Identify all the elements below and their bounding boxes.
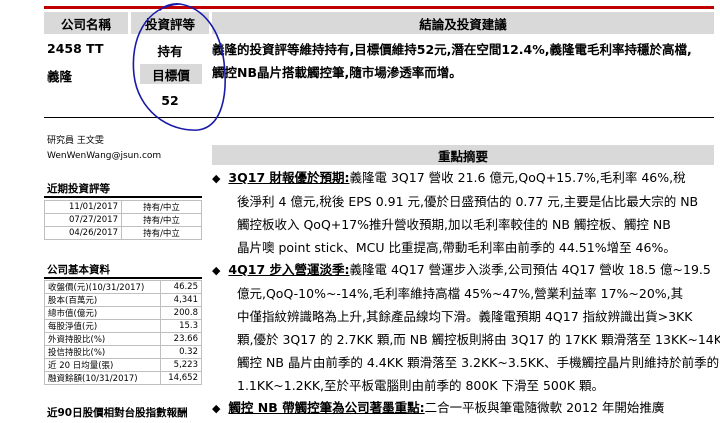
info-value: 5,223: [159, 358, 203, 372]
bullet-icon: ◆: [212, 172, 221, 185]
info-label: 收盤價(元)(10/31/2017): [44, 280, 161, 294]
info-label: 股本(百萬元): [44, 293, 161, 307]
table-row: 融資餘額(10/31/2017) 14,652: [44, 371, 203, 385]
rating-status: 持有/中立: [121, 226, 202, 240]
p3-text: 二合一平板與筆電隨微軟 2012 年開始推廣: [424, 400, 665, 415]
table-row: 04/26/2017 持有/中立: [44, 226, 202, 240]
header-conclusion: 結論及投資建議: [212, 12, 714, 34]
table-row: 股本(百萬元) 4,341: [44, 293, 203, 307]
p2-line: 億元,QoQ-10%~-14%,毛利率維持高檔 45%~47%,營業利益率 17…: [237, 286, 684, 301]
summary-paragraph-1: ◆ 3Q17 財報優於預期:義隆電 3Q17 營收 21.6 億元,QoQ+15…: [212, 166, 720, 259]
info-label: 外資持股比(%): [44, 332, 161, 346]
info-label: 每股淨值(元): [44, 319, 161, 333]
info-label: 融資餘額(10/31/2017): [44, 371, 161, 385]
table-row: 每股淨值(元) 15.3: [44, 319, 203, 333]
p1-line: 後淨利 4 億元,稅後 EPS 0.91 元,優於日盛預估的 0.77 元,主要…: [237, 194, 699, 209]
p1-line: 義隆電 3Q17 營收 21.6 億元,QoQ+15.7%,毛利率 46%,稅: [349, 170, 686, 185]
p2-heading: 4Q17 步入營運淡季:: [228, 262, 350, 277]
table-row: 外資持股比(%) 23.66: [44, 332, 203, 346]
company-ticker: 2458 TT: [47, 41, 104, 56]
info-value: 15.3: [159, 319, 203, 333]
info-label: 投信持股比(%): [44, 345, 161, 359]
table-row: 07/27/2017 持有/中立: [44, 213, 202, 227]
rating-status: 持有/中立: [121, 200, 202, 214]
rating-date: 07/27/2017: [44, 213, 122, 227]
info-value: 14,652: [159, 371, 203, 385]
info-value: 200.8: [159, 306, 203, 320]
annotation-circle: [132, 3, 226, 131]
rating-date: 11/01/2017: [44, 200, 122, 214]
recent-ratings-title: 近期投資評等: [47, 183, 110, 195]
table-row: 總市值(億元) 200.8: [44, 306, 203, 320]
rating-status: 持有/中立: [121, 213, 202, 227]
p1-line: 晶片噢 point stick、MCU 比重提高,帶動毛利率由前季的 44.51…: [237, 240, 676, 255]
summary-paragraph-3: ◆ 觸控 NB 帶觸控筆為公司著墨重點:二合一平板與筆電隨微軟 2012 年開始…: [212, 396, 720, 420]
bullet-icon: ◆: [212, 264, 221, 277]
p3-heading: 觸控 NB 帶觸控筆為公司著墨重點:: [228, 400, 425, 415]
p2-line: 1.1KK~1.2KK,至於平板電腦則由前季的 800K 下滑至 500K 顆。: [237, 378, 604, 393]
p2-line: 觸控 NB 晶片由前季的 4.4KK 顆滑落至 3.2KK~3.5KK、手機觸控…: [237, 355, 720, 370]
info-value: 23.66: [159, 332, 203, 346]
conclusion-line-1: 義隆的投資評等維持持有,目標價維持52元,潛在空間12.4%,義隆電毛利率持穩於…: [212, 42, 692, 57]
table-row: 投信持股比(%) 0.32: [44, 345, 203, 359]
summary-paragraph-2: ◆ 4Q17 步入營運淡季:義隆電 4Q17 營運步入淡季,公司預估 4Q17 …: [212, 258, 720, 397]
summary-title: 重點摘要: [212, 145, 714, 165]
info-value: 46.25: [159, 280, 203, 294]
table-row: 收盤價(元)(10/31/2017) 46.25: [44, 280, 203, 294]
basic-info-table: 收盤價(元)(10/31/2017) 46.25 股本(百萬元) 4,341 總市值…: [44, 280, 203, 385]
conclusion-line-2: 觸控NB晶片搭載觸控筆,隨市場滲透率而增。: [212, 65, 462, 80]
info-value: 4,341: [159, 293, 203, 307]
p2-line: 顆,優於 3Q17 的 2.7KK 顆,而 NB 觸控板則將由 3Q17 的 1…: [237, 332, 720, 347]
info-label: 總市值(億元): [44, 306, 161, 320]
p1-line: 觸控板收入 QoQ+17%推升營收預期,加以毛利率較佳的 NB 觸控板、觸控 N…: [237, 217, 671, 232]
info-label: 近 20 日均量(張): [44, 358, 161, 372]
analyst-label: 研究員 王文雯: [47, 136, 104, 146]
p1-heading: 3Q17 財報優於預期:: [228, 170, 350, 185]
analyst-email[interactable]: WenWenWang@jsun.com: [47, 151, 161, 161]
bullet-icon: ◆: [212, 402, 221, 415]
p2-line: 中僅指紋辨識略為上升,其餘產品線均下滑。義隆電預期 4Q17 指紋辨識出貨>3K…: [237, 309, 693, 324]
basic-info-rule: [44, 277, 202, 279]
basic-info-title: 公司基本資料: [47, 264, 110, 276]
recent-ratings-rule: [44, 196, 202, 198]
p2-line: 義隆電 4Q17 營運步入淡季,公司預估 4Q17 營收 18.5 億~19.5: [349, 262, 711, 277]
table-row: 11/01/2017 持有/中立: [44, 200, 202, 214]
table-row: 近 20 日均量(張) 5,223: [44, 358, 203, 372]
rating-date: 04/26/2017: [44, 226, 122, 240]
recent-ratings-table: 11/01/2017 持有/中立 07/27/2017 持有/中立 04/26/…: [44, 200, 202, 240]
chart-section-title: 近90日股價相對台股指數報酬: [47, 407, 188, 419]
company-name: 義隆: [47, 69, 73, 84]
header-company-name: 公司名稱: [44, 12, 128, 34]
info-value: 0.32: [159, 345, 203, 359]
